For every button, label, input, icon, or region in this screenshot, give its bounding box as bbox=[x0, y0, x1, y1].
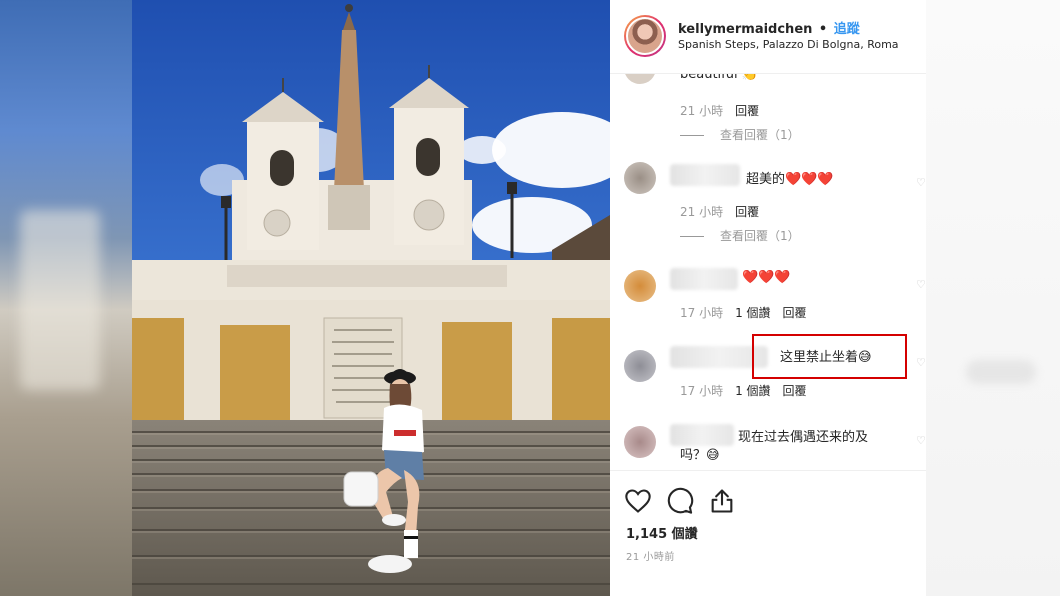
blurred-backdrop-left bbox=[0, 0, 132, 596]
username-link[interactable]: kellymermaidchen bbox=[678, 22, 812, 37]
comment-icon[interactable] bbox=[666, 487, 694, 515]
comment-like-count[interactable]: 1 個讚 bbox=[735, 306, 770, 320]
comment-list: beautiful 👏 21 小時 回覆 查看回覆（1） 超美的❤️❤️❤️ ♡ … bbox=[610, 74, 926, 470]
comment-time: 21 小時 bbox=[680, 104, 724, 118]
post-photo: › bbox=[132, 0, 610, 596]
comment-time: 21 小時 bbox=[680, 205, 724, 219]
commenter-avatar[interactable] bbox=[624, 270, 656, 302]
comment-text-line2: 吗？😅 bbox=[680, 448, 720, 463]
reply-button[interactable]: 回覆 bbox=[735, 104, 759, 118]
blurred-backdrop-right bbox=[926, 0, 1060, 596]
commenter-avatar[interactable] bbox=[624, 350, 656, 382]
reply-button[interactable]: 回覆 bbox=[735, 205, 759, 219]
share-icon[interactable] bbox=[708, 487, 736, 515]
highlight-box bbox=[752, 334, 907, 379]
comment-like-count[interactable]: 1 個讚 bbox=[735, 384, 770, 398]
like-count[interactable]: 1,145 個讚 bbox=[626, 523, 698, 542]
comment-meta: 17 小時 1 個讚 回覆 bbox=[680, 304, 807, 321]
comment-text: 超美的❤️❤️❤️ bbox=[746, 172, 834, 187]
view-replies-button[interactable]: 查看回覆（1） bbox=[680, 227, 800, 244]
comment-meta: 17 小時 1 個讚 回覆 bbox=[680, 382, 807, 399]
comment-meta: 21 小時 回覆 bbox=[680, 203, 759, 220]
heart-icon[interactable] bbox=[624, 487, 652, 515]
post-timestamp[interactable]: 21 小時前 bbox=[626, 548, 675, 563]
comment-like-icon[interactable]: ♡ bbox=[916, 176, 926, 189]
blurred-username bbox=[670, 164, 740, 186]
comment-text: ❤️❤️❤️ bbox=[742, 270, 791, 285]
blurred-username bbox=[670, 268, 738, 290]
comment-like-icon[interactable]: ♡ bbox=[916, 278, 926, 291]
comment-text: 现在过去偶遇还来的及 bbox=[738, 430, 869, 445]
commenter-avatar[interactable] bbox=[624, 74, 656, 84]
comment-like-icon[interactable]: ♡ bbox=[916, 434, 926, 447]
post-header: kellymermaidchen • 追蹤 Spanish Steps, Pal… bbox=[610, 0, 926, 74]
location-link[interactable]: Spanish Steps, Palazzo Di Bolgna, Roma bbox=[678, 38, 899, 51]
avatar[interactable] bbox=[624, 15, 666, 57]
comment-like-icon[interactable]: ♡ bbox=[916, 356, 926, 369]
view-replies-button[interactable]: 查看回覆（1） bbox=[680, 126, 800, 143]
comment-text: beautiful 👏 bbox=[680, 74, 758, 82]
comment-time: 17 小時 bbox=[680, 306, 724, 320]
comment-time: 17 小時 bbox=[680, 384, 724, 398]
comment-meta: 21 小時 回覆 bbox=[680, 102, 759, 119]
reply-button[interactable]: 回覆 bbox=[783, 306, 807, 320]
blurred-username bbox=[670, 424, 734, 446]
post-sidebar: kellymermaidchen • 追蹤 Spanish Steps, Pal… bbox=[610, 0, 926, 596]
commenter-avatar[interactable] bbox=[624, 426, 656, 458]
username-row: kellymermaidchen • 追蹤 bbox=[678, 18, 860, 37]
follow-button[interactable]: 追蹤 bbox=[834, 22, 860, 37]
post-actions: 1,145 個讚 21 小時前 bbox=[610, 470, 926, 596]
separator-dot: • bbox=[818, 22, 828, 37]
commenter-avatar[interactable] bbox=[624, 162, 656, 194]
reply-button[interactable]: 回覆 bbox=[783, 384, 807, 398]
